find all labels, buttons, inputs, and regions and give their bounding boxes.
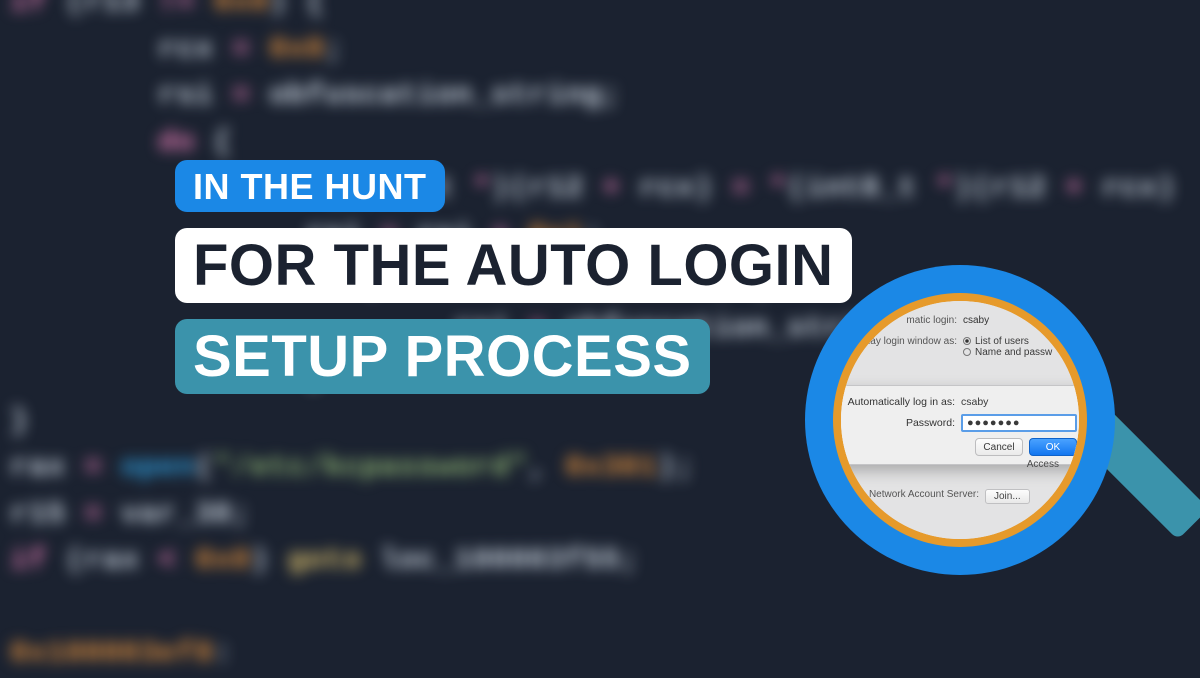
title-line-1: IN THE HUNT — [175, 160, 445, 212]
radio-name-and-password[interactable]: Name and passw — [963, 347, 1052, 358]
ok-button[interactable]: OK — [1029, 438, 1077, 456]
password-field[interactable]: ●●●●●●● — [961, 414, 1077, 432]
display-login-label: Display login window as: — [847, 336, 957, 347]
radio-list-of-users[interactable]: List of users — [963, 336, 1052, 347]
magnified-dialog: matic login: csaby Display login window … — [841, 301, 1079, 539]
title-line-2: FOR THE AUTO LOGIN — [175, 228, 852, 303]
sheet-user-label: Automatically log in as: — [843, 396, 955, 408]
auto-login-value: csaby — [963, 315, 989, 326]
sheet-user-value: csaby — [961, 396, 988, 408]
password-label: Password: — [843, 417, 955, 429]
auto-login-label: matic login: — [847, 315, 957, 326]
title-line-3: SETUP PROCESS — [175, 319, 710, 394]
cancel-button[interactable]: Cancel — [975, 438, 1023, 456]
magnifier-icon: matic login: csaby Display login window … — [805, 265, 1115, 575]
accessibility-link[interactable]: Access — [1027, 459, 1059, 470]
hero-title-block: IN THE HUNT FOR THE AUTO LOGIN SETUP PRO… — [175, 160, 852, 394]
join-button[interactable]: Join... — [985, 489, 1030, 504]
auto-login-sheet: Automatically log in as: csaby Password:… — [841, 385, 1079, 465]
network-server-label: Network Account Server: — [847, 489, 979, 500]
